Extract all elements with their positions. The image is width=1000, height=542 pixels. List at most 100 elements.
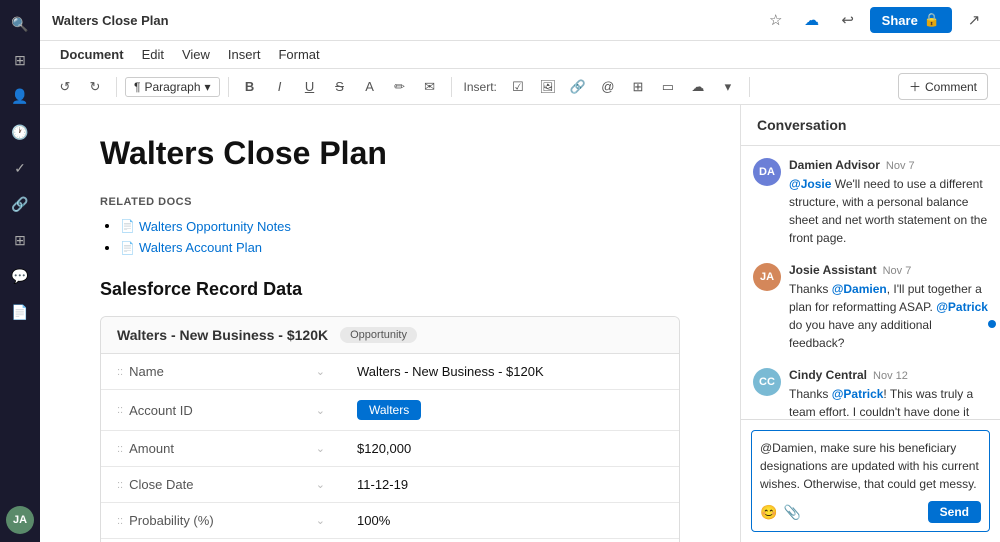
chevron-field-icon[interactable]: ⌄	[316, 365, 325, 378]
account-id-badge[interactable]: Walters	[357, 400, 421, 420]
conv-message-header-2: Josie Assistant Nov 7	[789, 263, 988, 277]
frame-insert-button[interactable]: ▭	[655, 74, 681, 100]
share-button[interactable]: Share 🔒	[870, 7, 952, 33]
toolbar-divider-1	[116, 77, 117, 97]
field-value-next-step	[341, 539, 679, 542]
paragraph-label: Paragraph	[144, 80, 200, 94]
main-area: Walters Close Plan ☆ ☁ ↩ Share 🔒 ↗ Docum…	[40, 0, 1000, 542]
table-insert-button[interactable]: ⊞	[625, 74, 651, 100]
sidebar-document-icon[interactable]: 📄	[4, 296, 36, 328]
conv-message-1: DA Damien Advisor Nov 7 @Josie We'll nee…	[753, 158, 988, 247]
section-heading: Salesforce Record Data	[100, 279, 680, 300]
strikethrough-button[interactable]: S	[327, 74, 353, 100]
document-heading: Walters Close Plan	[100, 135, 680, 172]
field-label-text: Name	[129, 364, 164, 379]
undo-button[interactable]: ↩	[834, 6, 862, 34]
record-header: Walters - New Business - $120K Opportuni…	[101, 317, 679, 354]
sidebar-link-icon[interactable]: 🔗	[4, 188, 36, 220]
conv-text-3: Thanks @Patrick! This was truly a team e…	[789, 385, 988, 419]
sidebar-clock-icon[interactable]: 🕐	[4, 116, 36, 148]
chevron-field-icon[interactable]: ⌄	[316, 404, 325, 417]
field-label-text: Probability (%)	[129, 513, 214, 528]
underline-button[interactable]: U	[297, 74, 323, 100]
link-insert-button[interactable]: 🔗	[565, 74, 591, 100]
chevron-insert-button[interactable]: ▾	[715, 74, 741, 100]
record-card: Walters - New Business - $120K Opportuni…	[100, 316, 680, 542]
conversation-header: Conversation	[741, 105, 1000, 146]
user-avatar[interactable]: JA	[6, 506, 34, 534]
field-label-account-id: :: Account ID ⌄	[101, 390, 341, 431]
italic-button[interactable]: I	[267, 74, 293, 100]
bold-button[interactable]: B	[237, 74, 263, 100]
checkbox-insert-button[interactable]: ☑	[505, 74, 531, 100]
table-row: :: Name ⌄ Walters - New Business - $120K	[101, 354, 679, 390]
conv-input-text[interactable]: @Damien, make sure his beneficiary desig…	[760, 439, 981, 493]
emoji-icon[interactable]: 😊	[760, 504, 777, 521]
menu-edit[interactable]: Edit	[134, 43, 172, 66]
josie-avatar: JA	[753, 263, 781, 291]
share-label: Share	[882, 13, 918, 28]
conv-sender-1: Damien Advisor	[789, 158, 880, 172]
comment-label: Comment	[925, 80, 977, 94]
conv-date-3: Nov 12	[873, 370, 908, 382]
drag-handle-icon: ::	[117, 366, 123, 378]
attachment-icon[interactable]: 📎	[783, 504, 800, 521]
sidebar-users-icon[interactable]: 👤	[4, 80, 36, 112]
menu-bar: Document Edit View Insert Format	[40, 41, 1000, 69]
drag-handle-icon: ::	[117, 443, 123, 455]
field-value-amount: $120,000	[341, 431, 679, 467]
conv-message-header-3: Cindy Central Nov 12	[789, 368, 988, 382]
star-button[interactable]: ☆	[762, 6, 790, 34]
menu-insert[interactable]: Insert	[220, 43, 269, 66]
menu-document[interactable]: Document	[52, 43, 132, 66]
related-doc-link-2[interactable]: Walters Account Plan	[120, 240, 680, 255]
field-value-probability: 100%	[341, 503, 679, 539]
email-button[interactable]: ✉	[417, 74, 443, 100]
field-label-close-date: :: Close Date ⌄	[101, 467, 341, 503]
conv-text-2: Thanks @Damien, I'll put together a plan…	[789, 280, 988, 352]
title-bar-right: ☆ ☁ ↩ Share 🔒 ↗	[762, 6, 988, 34]
table-row: :: Account ID ⌄ Walters	[101, 390, 679, 431]
related-docs-list: Walters Opportunity Notes Walters Accoun…	[100, 218, 680, 255]
collaborate-button[interactable]: ☁	[798, 6, 826, 34]
field-label-next-step: :: Next Step ⌄	[101, 539, 341, 542]
conv-sender-2: Josie Assistant	[789, 263, 877, 277]
chevron-field-icon[interactable]: ⌄	[316, 514, 325, 527]
cloud-insert-button[interactable]: ☁	[685, 74, 711, 100]
sidebar-chat-icon[interactable]: 💬	[4, 260, 36, 292]
highlight-button[interactable]: ✏	[387, 74, 413, 100]
chevron-down-icon: ▾	[205, 80, 211, 94]
conv-message-header-1: Damien Advisor Nov 7	[789, 158, 988, 172]
doc-title: Walters Close Plan	[52, 13, 169, 28]
paragraph-selector[interactable]: ¶ Paragraph ▾	[125, 77, 220, 97]
send-button[interactable]: Send	[928, 501, 981, 523]
font-color-button[interactable]: A	[357, 74, 383, 100]
conv-input-box[interactable]: @Damien, make sure his beneficiary desig…	[751, 430, 990, 532]
sidebar-grid-icon[interactable]: ⊞	[4, 224, 36, 256]
undo-toolbar-button[interactable]: ↺	[52, 74, 78, 100]
comment-button[interactable]: ＋ Comment	[898, 73, 988, 100]
menu-view[interactable]: View	[174, 43, 218, 66]
chevron-field-icon[interactable]: ⌄	[316, 478, 325, 491]
title-bar-left: Walters Close Plan	[52, 13, 169, 28]
toolbar: ↺ ↻ ¶ Paragraph ▾ B I U S A ✏ ✉ Insert: …	[40, 69, 1000, 105]
image-insert-button[interactable]: 🖼	[535, 74, 561, 100]
sidebar-home-icon[interactable]: ⊞	[4, 44, 36, 76]
drag-handle-icon: ::	[117, 479, 123, 491]
field-label-amount: :: Amount ⌄	[101, 431, 341, 467]
related-doc-link-1[interactable]: Walters Opportunity Notes	[120, 219, 680, 234]
redo-toolbar-button[interactable]: ↻	[82, 74, 108, 100]
list-item: Walters Account Plan	[120, 240, 680, 256]
sidebar-search-icon[interactable]: 🔍	[4, 8, 36, 40]
toolbar-divider-3	[451, 77, 452, 97]
toolbar-divider-4	[749, 77, 750, 97]
sidebar-check-icon[interactable]: ✓	[4, 152, 36, 184]
at-insert-button[interactable]: @	[595, 74, 621, 100]
conv-message-3: CC Cindy Central Nov 12 Thanks @Patrick!…	[753, 368, 988, 419]
external-link-button[interactable]: ↗	[960, 6, 988, 34]
conv-message-body-1: Damien Advisor Nov 7 @Josie We'll need t…	[789, 158, 988, 247]
damien-avatar: DA	[753, 158, 781, 186]
plus-icon: ＋	[909, 78, 921, 95]
menu-format[interactable]: Format	[270, 43, 327, 66]
chevron-field-icon[interactable]: ⌄	[316, 442, 325, 455]
